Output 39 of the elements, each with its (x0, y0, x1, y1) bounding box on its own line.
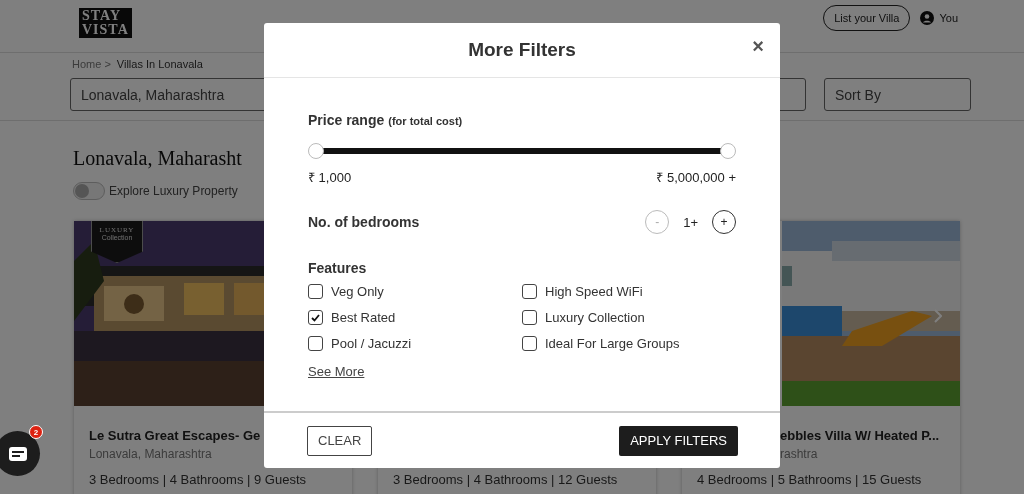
page-title: Lonavala, Maharasht (73, 147, 242, 170)
notification-badge: 2 (29, 425, 43, 439)
checkbox[interactable] (308, 310, 323, 325)
villa-location: rashtra (779, 447, 819, 463)
checkbox[interactable] (522, 310, 537, 325)
sort-field[interactable]: Sort By (824, 78, 971, 111)
apply-filters-button[interactable]: APPLY FILTERS (619, 425, 738, 456)
checkbox[interactable] (522, 336, 537, 351)
chat-button[interactable] (0, 431, 40, 476)
checkbox[interactable] (522, 284, 537, 299)
breadcrumb-link[interactable]: Villas In Lonavala (116, 58, 203, 70)
check-icon (311, 313, 320, 322)
checkbox-label: Ideal For Large Groups (545, 336, 680, 351)
logo[interactable]: STAY VISTA (79, 8, 132, 38)
checkbox[interactable] (308, 284, 323, 299)
slider-handle[interactable] (308, 143, 324, 159)
checkbox[interactable] (308, 336, 323, 351)
villa-specs: 3 Bedrooms | 4 Bathrooms | 9 Guests (89, 472, 308, 487)
clear-button[interactable]: CLEAR (307, 425, 373, 456)
dialog-title: More Filters (468, 39, 576, 61)
villa-specs: 4 Bedrooms | 5 Bathrooms | 15 Guests (697, 472, 923, 487)
account-link[interactable]: You (920, 11, 958, 25)
min-price: ₹ 1,000 (308, 169, 352, 186)
villa-specs: 3 Bedrooms | 4 Bathrooms | 12 Guests (393, 472, 619, 487)
luxury-toggle[interactable] (73, 182, 105, 200)
checkbox-label: Luxury Collection (545, 310, 645, 325)
checkbox-label: High Speed WiFi (545, 284, 643, 299)
increment-button[interactable]: + (712, 210, 736, 234)
toggle-label: Explore Luxury Property (109, 184, 238, 198)
breadcrumb-link[interactable]: Home > (72, 58, 111, 70)
villa-location: Lonavala, Maharashtra (89, 447, 213, 463)
max-price: ₹ 5,000,000 + (656, 169, 736, 186)
close-button[interactable]: × (748, 35, 768, 58)
chat-icon (8, 446, 27, 461)
slider-handle[interactable] (720, 143, 736, 159)
price-slider[interactable] (308, 143, 736, 159)
price-range-label: Price range (for total cost) (308, 112, 464, 128)
list-villa-button[interactable]: List your Villa (823, 5, 911, 31)
user-icon (920, 11, 935, 25)
